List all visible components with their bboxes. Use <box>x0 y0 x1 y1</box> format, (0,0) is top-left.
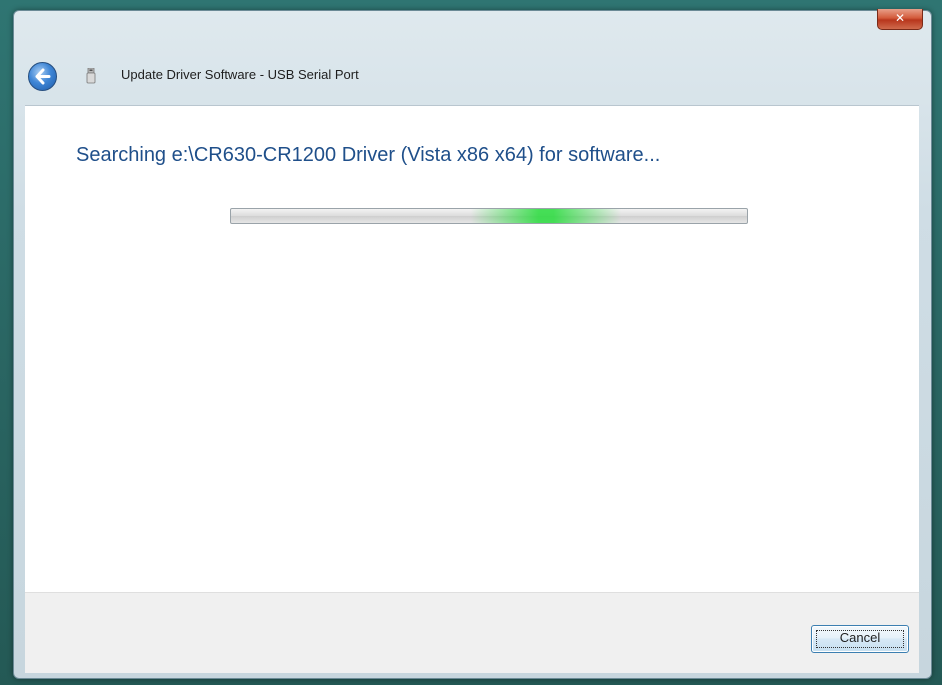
desktop-background: ✕ Update Driver Software - USB Serial Po… <box>0 0 942 685</box>
close-button[interactable]: ✕ <box>877 9 923 30</box>
back-button[interactable] <box>28 62 57 91</box>
search-progress-bar <box>230 208 748 224</box>
usb-device-icon <box>86 67 96 84</box>
cancel-button[interactable]: Cancel <box>811 625 909 653</box>
progress-marquee <box>471 209 621 223</box>
search-status-heading: Searching e:\CR630-CR1200 Driver (Vista … <box>76 144 661 166</box>
back-arrow-icon <box>35 68 51 85</box>
button-footer: Cancel <box>25 592 919 673</box>
close-icon: ✕ <box>894 11 906 25</box>
cancel-button-label: Cancel <box>839 630 881 645</box>
content-panel: Searching e:\CR630-CR1200 Driver (Vista … <box>25 105 919 592</box>
title-bar: Update Driver Software - USB Serial Port <box>14 53 931 99</box>
update-driver-dialog: ✕ Update Driver Software - USB Serial Po… <box>13 9 932 679</box>
window-title: Update Driver Software - USB Serial Port <box>121 67 359 82</box>
